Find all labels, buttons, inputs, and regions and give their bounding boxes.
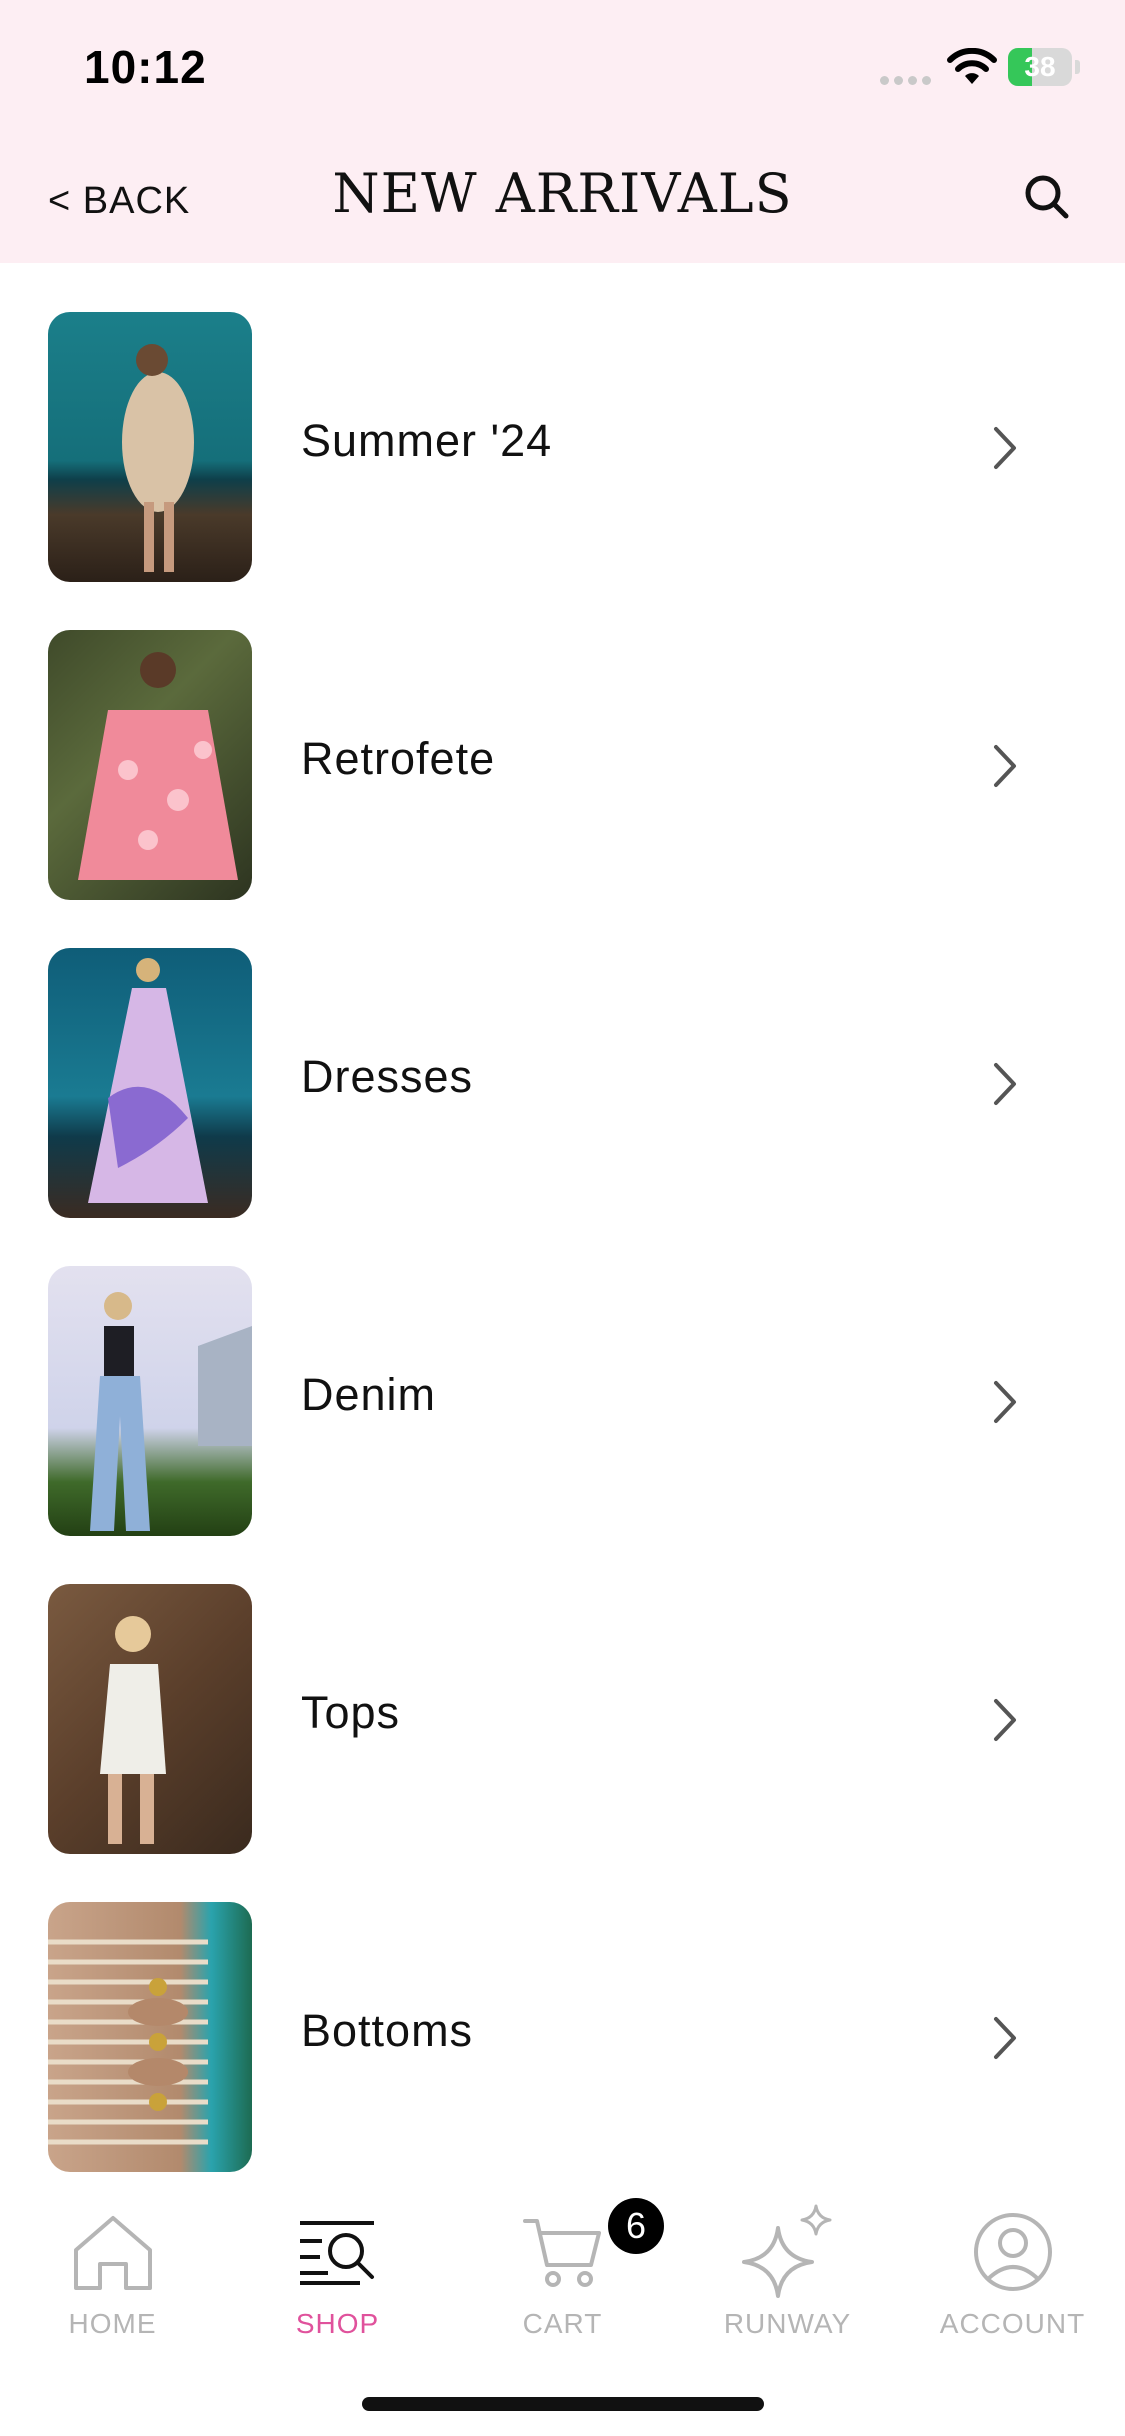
tab-home[interactable]: HOME	[0, 2202, 225, 2340]
tab-label: RUNWAY	[723, 2308, 852, 2339]
tab-label: HOME	[68, 2308, 157, 2339]
shop-search-icon	[299, 2221, 374, 2285]
chevron-right-icon	[994, 1699, 1016, 1741]
category-image	[48, 1584, 252, 1854]
wifi-icon	[947, 48, 997, 84]
category-label: Tops	[301, 1687, 401, 1738]
list-item-dresses[interactable]: Dresses	[0, 899, 1125, 1218]
list-item-bottoms[interactable]: Bottoms	[0, 1853, 1125, 2172]
category-label: Denim	[301, 1369, 437, 1420]
category-label: Dresses	[301, 1051, 474, 1102]
list-item-retrofete[interactable]: Retrofete	[0, 581, 1125, 900]
list-item-denim[interactable]: Denim	[0, 1217, 1125, 1536]
chevron-right-icon	[994, 427, 1016, 469]
cart-icon	[522, 2219, 601, 2287]
chevron-right-icon	[994, 1381, 1016, 1423]
category-label: Summer '24	[301, 415, 553, 466]
category-label: Retrofete	[301, 733, 496, 784]
category-image	[48, 1902, 252, 2172]
cellular-signal-icon	[880, 72, 936, 90]
category-image	[48, 312, 252, 582]
tab-label: CART	[522, 2308, 603, 2339]
page-title: NEW ARRIVALS	[332, 162, 793, 225]
account-icon	[973, 2213, 1052, 2291]
tab-account[interactable]: ACCOUNT	[900, 2202, 1125, 2340]
category-image	[48, 1266, 252, 1536]
home-icon	[73, 2216, 152, 2290]
chevron-right-icon	[994, 1063, 1016, 1105]
chevron-right-icon	[994, 745, 1016, 787]
battery-percent: 38	[1024, 51, 1056, 82]
home-indicator	[362, 2397, 764, 2411]
list-item-tops[interactable]: Tops	[0, 1535, 1125, 1854]
category-image	[48, 630, 252, 900]
list-item-summer-24[interactable]: Summer '24	[0, 263, 1125, 582]
header-area: 10:12 38 < BACK NEW ARRIVALS	[0, 0, 1125, 263]
cart-count-badge: 6	[608, 2198, 664, 2254]
search-icon[interactable]	[1022, 172, 1072, 222]
tab-runway[interactable]: RUNWAY	[675, 2202, 900, 2340]
category-label: Bottoms	[301, 2005, 474, 2056]
tab-shop[interactable]: SHOP	[225, 2202, 450, 2340]
tab-label: SHOP	[295, 2308, 380, 2339]
battery-tip	[1075, 60, 1080, 74]
battery-icon: 38	[1008, 48, 1072, 86]
sparkle-icon	[741, 2204, 831, 2298]
category-image	[48, 948, 252, 1218]
chevron-right-icon	[994, 2017, 1016, 2059]
tab-label: ACCOUNT	[939, 2308, 1086, 2339]
status-time: 10:12	[84, 41, 207, 93]
